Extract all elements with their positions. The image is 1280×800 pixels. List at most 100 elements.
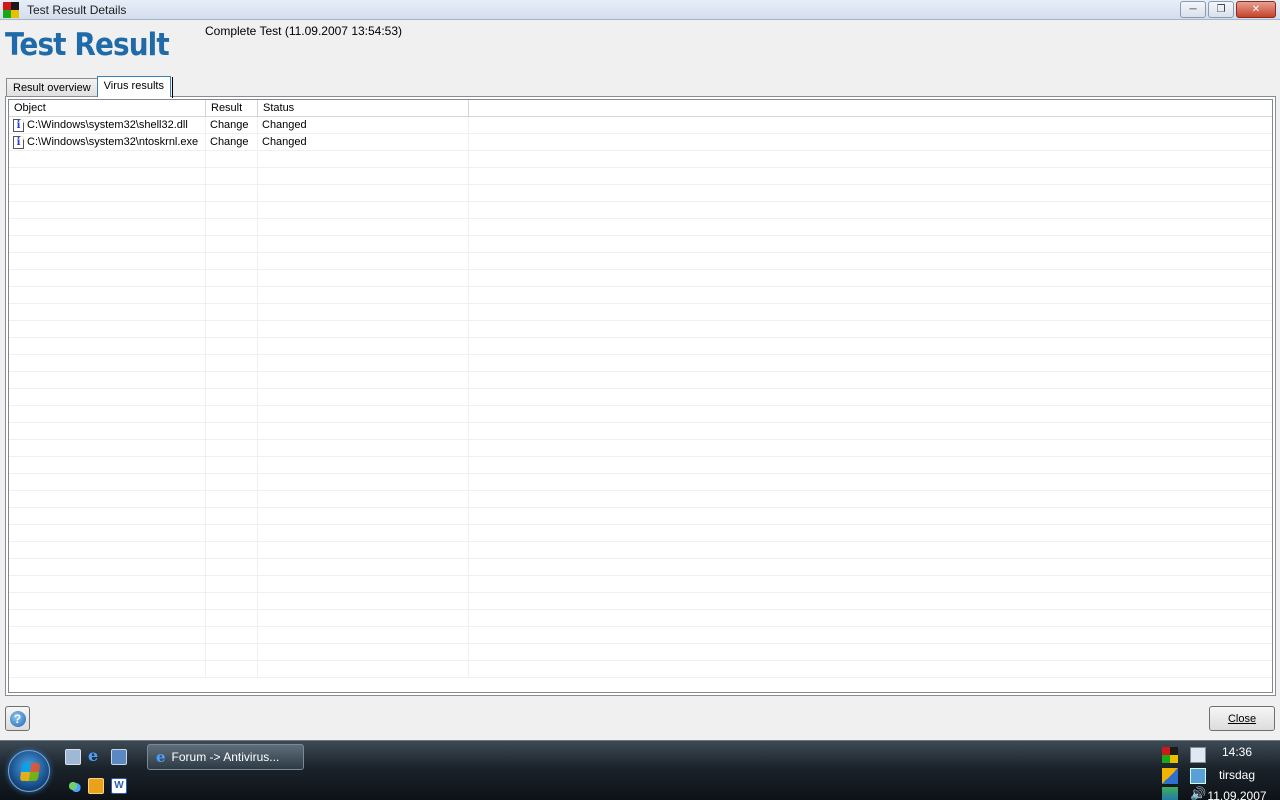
display-icon[interactable] [1190, 768, 1206, 784]
empty-cell [469, 219, 1272, 236]
empty-cell [258, 559, 469, 576]
object-path: C:\Windows\system32\shell32.dll [27, 119, 188, 131]
empty-row [9, 236, 1272, 253]
empty-row [9, 610, 1272, 627]
empty-row [9, 627, 1272, 644]
empty-cell [469, 440, 1272, 457]
empty-row [9, 508, 1272, 525]
battery-icon[interactable] [1190, 747, 1206, 763]
empty-cell [206, 542, 258, 559]
empty-cell [258, 661, 469, 678]
empty-row [9, 423, 1272, 440]
switch-windows-icon[interactable] [111, 749, 127, 765]
empty-cell [9, 610, 206, 627]
show-desktop-icon[interactable] [65, 749, 81, 765]
cell-object: i C:\Windows\system32\ntoskrnl.exe [9, 134, 206, 151]
empty-cell [9, 321, 206, 338]
empty-cell [469, 610, 1272, 627]
empty-cell [258, 219, 469, 236]
empty-cell [258, 610, 469, 627]
start-button[interactable] [8, 750, 50, 792]
empty-cell [258, 355, 469, 372]
empty-cell [469, 270, 1272, 287]
object-path: C:\Windows\system32\ntoskrnl.exe [27, 136, 199, 148]
empty-cell [9, 457, 206, 474]
restore-button[interactable]: ❐ [1208, 1, 1234, 18]
clock-time[interactable]: 14:36 [1206, 745, 1268, 759]
empty-cell [206, 474, 258, 491]
empty-cell [258, 151, 469, 168]
close-window-button[interactable]: ✕ [1236, 1, 1276, 18]
empty-cell [469, 559, 1272, 576]
empty-row [9, 491, 1272, 508]
app-logo-icon[interactable] [1162, 747, 1178, 763]
minimize-button[interactable]: ─ [1180, 1, 1206, 18]
empty-cell [258, 627, 469, 644]
empty-cell [206, 389, 258, 406]
empty-cell [9, 406, 206, 423]
empty-cell [206, 355, 258, 372]
empty-cell [9, 440, 206, 457]
empty-cell [258, 304, 469, 321]
empty-cell [206, 457, 258, 474]
empty-cell [258, 593, 469, 610]
tab-result-overview[interactable]: Result overview [6, 78, 98, 97]
empty-cell [9, 474, 206, 491]
empty-row [9, 168, 1272, 185]
internet-explorer-icon[interactable]: e [88, 748, 104, 765]
empty-cell [258, 185, 469, 202]
tab-virus-results[interactable]: Virus results [96, 76, 174, 98]
empty-cell [9, 423, 206, 440]
empty-cell [206, 151, 258, 168]
empty-cell [469, 576, 1272, 593]
empty-cell [9, 338, 206, 355]
help-button[interactable]: ? [5, 706, 30, 731]
cell-filler [469, 117, 1272, 134]
empty-row [9, 151, 1272, 168]
tab-strip: Result overview Virus results [6, 76, 174, 98]
messenger-icon[interactable] [65, 778, 81, 794]
empty-cell [206, 508, 258, 525]
word-icon[interactable]: W [111, 778, 127, 794]
column-header-object[interactable]: Object [9, 100, 206, 117]
empty-cell [206, 491, 258, 508]
empty-cell [206, 440, 258, 457]
empty-cell [206, 610, 258, 627]
network-icon[interactable] [1162, 768, 1178, 784]
empty-cell [258, 474, 469, 491]
empty-cell [469, 236, 1272, 253]
results-list[interactable]: Object Result Status i C:\Windows\system… [8, 99, 1273, 693]
empty-row [9, 440, 1272, 457]
empty-cell [469, 304, 1272, 321]
volume-icon[interactable]: 🔊 [1190, 787, 1206, 800]
table-row[interactable]: i C:\Windows\system32\ntoskrnl.exe Chang… [9, 134, 1272, 151]
column-header-result[interactable]: Result [206, 100, 258, 117]
empty-cell [469, 202, 1272, 219]
empty-cell [469, 389, 1272, 406]
empty-cell [258, 457, 469, 474]
empty-cell [258, 287, 469, 304]
empty-row [9, 372, 1272, 389]
table-row[interactable]: i C:\Windows\system32\shell32.dll Change… [9, 117, 1272, 134]
sync-icon[interactable] [1162, 787, 1178, 800]
system-tray: 🔊 14:36 tirsdag 11.09.2007 [1160, 745, 1280, 800]
empty-cell [9, 219, 206, 236]
close-button[interactable]: Close [1209, 706, 1275, 731]
empty-cell [206, 372, 258, 389]
clock-date[interactable]: 11.09.2007 [1206, 789, 1268, 800]
page-title: Test Result [5, 27, 170, 63]
empty-cell [9, 389, 206, 406]
empty-cell [206, 185, 258, 202]
empty-cell [9, 576, 206, 593]
empty-cell [9, 287, 206, 304]
media-player-icon[interactable] [88, 778, 104, 794]
taskbar-item-forum[interactable]: e Forum -> Antivirus... [147, 744, 304, 770]
empty-cell [258, 372, 469, 389]
column-header-status[interactable]: Status [258, 100, 469, 117]
empty-cell [9, 508, 206, 525]
empty-row [9, 593, 1272, 610]
empty-cell [469, 355, 1272, 372]
list-header: Object Result Status [9, 100, 1272, 117]
clock-day[interactable]: tirsdag [1206, 768, 1268, 782]
empty-cell [9, 270, 206, 287]
